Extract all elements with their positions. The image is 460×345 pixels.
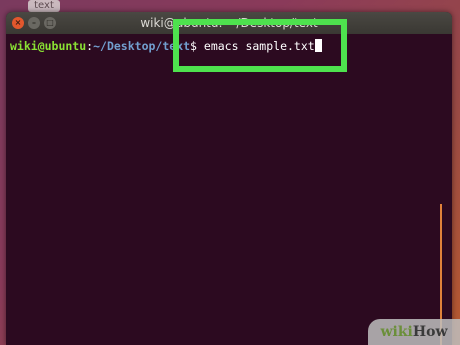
watermark-wiki: wiki — [380, 324, 413, 340]
prompt-user: wiki@ubuntu — [10, 39, 87, 53]
typed-command: emacs sample.txt — [203, 39, 315, 53]
terminal-body[interactable]: wiki@ubuntu:~/Desktop/text$ emacs sample… — [6, 34, 452, 345]
wikihow-watermark: wiki How — [368, 319, 460, 345]
minimize-icon[interactable]: – — [28, 17, 40, 29]
close-icon[interactable]: × — [12, 17, 24, 29]
prompt-path: ~/Desktop/text — [93, 39, 191, 53]
terminal-window: × – □ wiki@ubuntu: ~/Desktop/text wiki@u… — [6, 12, 452, 345]
text-cursor — [314, 39, 322, 52]
prompt-symbol: $ — [190, 39, 204, 53]
command-line: wiki@ubuntu:~/Desktop/text$ emacs sample… — [10, 38, 448, 54]
desktop-folder-label[interactable]: text — [28, 0, 60, 12]
window-title: wiki@ubuntu: ~/Desktop/text — [140, 16, 318, 30]
title-bar[interactable]: × – □ wiki@ubuntu: ~/Desktop/text — [6, 12, 452, 34]
watermark-how: How — [412, 324, 448, 340]
maximize-icon[interactable]: □ — [44, 17, 56, 29]
